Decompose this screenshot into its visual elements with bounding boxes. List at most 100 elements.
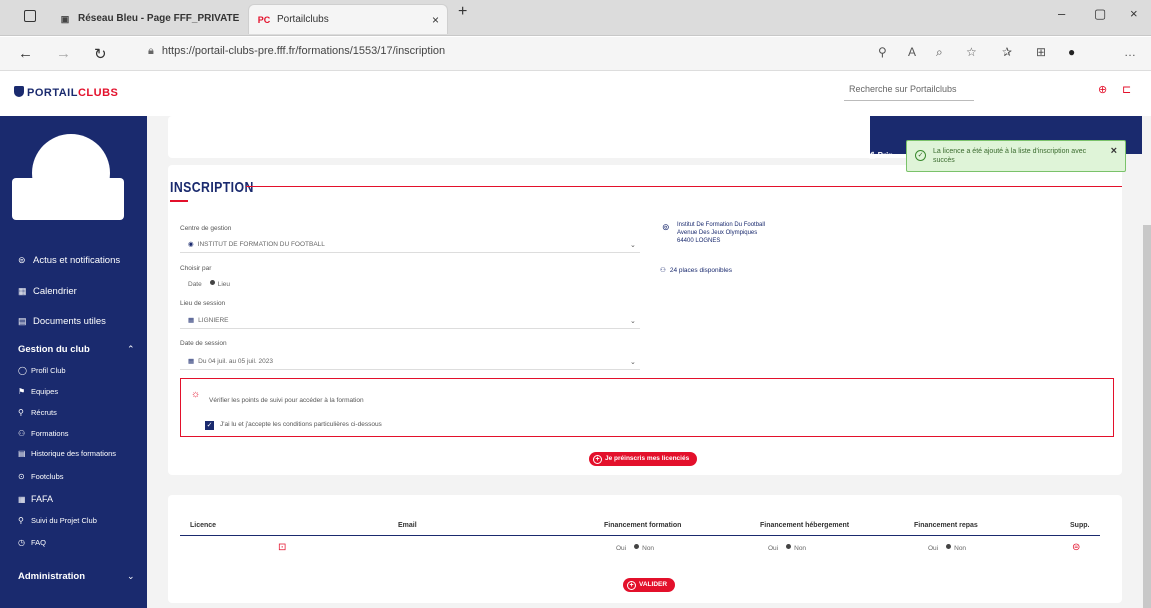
chevron-down-icon[interactable]: ⌄ [630, 317, 636, 325]
close-icon[interactable]: × [1111, 146, 1117, 157]
reload-icon[interactable]: ↻ [94, 45, 107, 63]
close-tab-icon[interactable]: × [432, 6, 439, 34]
logo-text: PORTAIL [27, 87, 78, 99]
address-line: Avenue Des Jeux Olympiques [677, 230, 758, 236]
sidebar-item-label: FAQ [31, 538, 47, 547]
favorites-icon[interactable]: ✰ [1002, 45, 1012, 59]
sidebar-item-historique[interactable]: ▤ Historique des formations [18, 449, 116, 458]
lightbulb-icon: ☼ [191, 389, 201, 400]
table-header-line [180, 535, 1100, 536]
collections-icon[interactable]: ⊞ [1036, 45, 1046, 59]
title-underline [170, 200, 188, 202]
repas-radio[interactable]: Oui Non [928, 544, 966, 552]
conditions-checkbox[interactable]: ✓ [205, 421, 214, 430]
avatar-redacted [12, 178, 124, 220]
back-icon[interactable]: ← [18, 45, 33, 62]
menu-icon[interactable]: … [1124, 45, 1136, 59]
project-icon: ⚲ [18, 516, 24, 525]
chevron-up-icon[interactable]: ⌃ [127, 344, 135, 355]
delete-row-icon[interactable]: ⊜ [1072, 542, 1080, 553]
forward-icon: → [56, 45, 71, 62]
sidebar-item-label: Récruts [31, 408, 57, 417]
chevron-down-icon[interactable]: ⌄ [630, 358, 636, 366]
browser-tab-bar: ▣ Réseau Bleu - Page FFF_PRIVATE × PC Po… [0, 0, 1151, 36]
favorite-add-icon[interactable]: ☆ [966, 45, 977, 59]
hebergement-radio[interactable]: Oui Non [768, 544, 806, 552]
radio-dot[interactable] [946, 544, 952, 549]
pc-favicon: PC [257, 14, 271, 25]
portailclubs-logo[interactable]: PORTAILCLUBS [14, 86, 118, 99]
chevron-down-icon[interactable]: ⌄ [630, 241, 636, 249]
search-input[interactable]: Recherche sur Portailclubs [844, 79, 974, 101]
preinscribe-button[interactable]: + Je préinscris mes licenciés [589, 452, 698, 466]
sidebar-item-projet[interactable]: ⚲ Suivi du Projet Club [18, 516, 97, 525]
centre-select[interactable]: ◉ INSTITUT DE FORMATION DU FOOTBALL [188, 240, 325, 248]
validate-button[interactable]: + VALIDER [623, 578, 676, 592]
recruit-icon: ⚲ [18, 408, 24, 417]
date-select[interactable]: ▦ Du 04 juil. au 05 juil. 2023 [188, 357, 273, 365]
url-field[interactable]: 🔒︎ https://portail-clubs-pre.fff.fr/forma… [148, 45, 445, 58]
profile-icon[interactable]: ● [1068, 45, 1075, 59]
trash-icon[interactable]: ⊡ [278, 542, 286, 553]
address-line: Institut De Formation Du Football [677, 222, 766, 228]
chevron-down-icon[interactable]: ⌄ [127, 571, 135, 582]
choix-radio-group[interactable]: Date Lieu [180, 280, 230, 288]
centre-value: INSTITUT DE FORMATION DU FOOTBALL [197, 241, 325, 248]
minimize-icon[interactable]: – [1058, 6, 1065, 21]
radio-oui[interactable]: Oui [928, 545, 938, 552]
places-info: ⚇ 24 places disponibles [660, 266, 732, 274]
radio-dot[interactable] [786, 544, 792, 549]
radio-date-label[interactable]: Date [188, 281, 202, 288]
logout-icon[interactable]: ⊏ [1122, 83, 1131, 96]
sidebar-item-footclubs[interactable]: ⊙ Footclubs [18, 472, 64, 481]
radio-oui[interactable]: Oui [616, 545, 626, 552]
maximize-icon[interactable]: ▢ [1094, 6, 1106, 22]
sidebar-item-documents[interactable]: ▤ Documents utiles [18, 316, 106, 327]
select-underline [180, 369, 640, 370]
radio-non[interactable]: Non [642, 545, 654, 552]
location-icon: ◉ [188, 241, 194, 248]
url-text: https://portail-clubs-pre.fff.fr/formati… [161, 45, 446, 57]
zoom-icon[interactable]: ⌕ [936, 45, 943, 60]
formation-radio[interactable]: Oui Non [616, 544, 654, 552]
lieu-select[interactable]: ▦ LIGNIERE [188, 316, 229, 324]
sidebar-item-label: Documents utiles [33, 316, 106, 327]
sidebar-item-label: Actus et notifications [33, 255, 121, 266]
club-icon: ◯ [18, 366, 27, 375]
faq-icon: ◷ [18, 538, 25, 547]
sidebar-item-faq[interactable]: ◷ FAQ [18, 538, 46, 547]
sidebar-group-admin[interactable]: Administration [18, 571, 85, 582]
title-divider [246, 186, 1122, 187]
sidebar-item-recruts[interactable]: ⚲ Récruts [18, 408, 57, 417]
radio-oui[interactable]: Oui [768, 545, 778, 552]
prin-tab[interactable]: ⎙ Prin [866, 148, 904, 168]
sidebar-item-formations[interactable]: ⚇ Formations [18, 429, 69, 438]
sidebar-item-label: Footclubs [31, 472, 64, 481]
sidebar-item-label: Profil Club [31, 366, 66, 375]
radio-lieu-dot[interactable] [209, 280, 215, 285]
alert-message: Vérifier les points de suivi pour accéde… [209, 397, 364, 404]
user-icon[interactable]: ⊕ [1098, 83, 1107, 96]
footclubs-icon: ⊙ [18, 472, 25, 481]
sidebar-item-equipes[interactable]: ⚑ Equipes [18, 387, 58, 396]
tab-reseau-bleu[interactable]: ▣ Réseau Bleu - Page FFF_PRIVATE × [50, 4, 276, 34]
history-icon: ▤ [18, 449, 26, 458]
sidebar-group-gestion[interactable]: Gestion du club [18, 344, 90, 355]
sidebar-item-profil[interactable]: ◯ Profil Club [18, 366, 66, 375]
scrollbar[interactable] [1143, 225, 1151, 608]
sidebar-item-calendrier[interactable]: ▦ Calendrier [18, 286, 77, 297]
radio-dot[interactable] [634, 544, 640, 549]
plus-circle-icon: + [627, 581, 636, 590]
sidebar-item-fafa[interactable]: ▦ FAFA [18, 494, 53, 504]
tab-actions-icon[interactable] [24, 10, 36, 22]
tab-portailclubs[interactable]: PC Portailclubs × [248, 4, 448, 34]
radio-non[interactable]: Non [954, 545, 966, 552]
key-icon[interactable]: ⚲ [878, 45, 887, 59]
read-aloud-icon[interactable]: A [908, 45, 916, 59]
radio-lieu-label[interactable]: Lieu [218, 281, 230, 288]
close-window-icon[interactable]: × [1130, 6, 1138, 21]
new-tab-icon[interactable]: + [458, 3, 467, 21]
sidebar-item-actus[interactable]: ⊜ Actus et notifications [18, 255, 120, 266]
sidebar: ⊜ Actus et notifications ▦ Calendrier ▤ Doc… [0, 116, 147, 608]
radio-non[interactable]: Non [794, 545, 806, 552]
